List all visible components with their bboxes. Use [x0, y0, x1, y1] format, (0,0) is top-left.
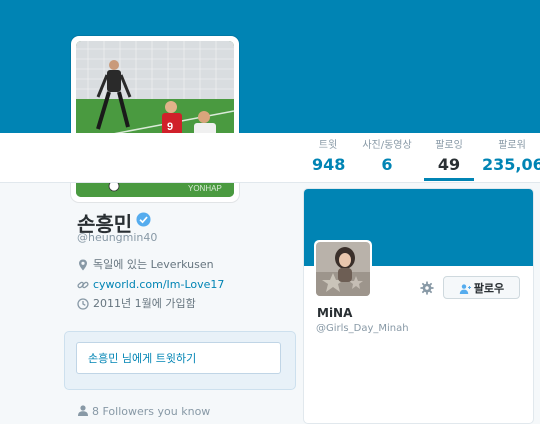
gear-icon[interactable] [420, 281, 434, 295]
location-text: 독일에 있는 Leverkusen [93, 258, 214, 271]
follow-button[interactable]: 팔로우 [443, 276, 520, 299]
avatar-photo-image [316, 242, 370, 296]
joined-text: 2011년 1월에 가입함 [93, 297, 196, 310]
card-avatar-photo [316, 242, 370, 296]
stat-tweets[interactable]: 트윗 948 [312, 140, 346, 175]
card-avatar[interactable] [314, 240, 372, 298]
stat-followers-label: 팔로워 [498, 140, 526, 151]
stat-following-label: 팔로잉 [435, 140, 463, 151]
stat-followers[interactable]: 팔로워 235,067 [482, 140, 540, 175]
link-icon [77, 281, 89, 289]
stat-media-value: 6 [381, 155, 393, 174]
card-user-name[interactable]: MiNA [317, 306, 352, 320]
stat-media-label: 사진/동영상 [362, 140, 412, 151]
stat-media[interactable]: 사진/동영상 6 [359, 140, 415, 175]
card-user-handle: @Girls_Day_Minah [316, 323, 409, 334]
active-tab-indicator [424, 178, 474, 181]
follow-person-icon [459, 284, 471, 294]
profile-location: 독일에 있는 Leverkusen [77, 257, 214, 273]
stat-tweets-value: 948 [312, 155, 346, 174]
stat-followers-value: 235,067 [482, 155, 540, 174]
followers-you-know-text: 8 Followers you know [92, 405, 211, 418]
followers-you-know[interactable]: 8 Followers you know [77, 405, 210, 418]
clock-icon [77, 298, 89, 310]
profile-url: cyworld.com/Im-Love17 [77, 277, 224, 293]
following-user-card[interactable]: 팔로우 MiNA @Girls_Day_Minah [303, 188, 534, 424]
stat-following-value: 49 [437, 155, 461, 174]
follow-button-label: 팔로우 [473, 282, 505, 295]
location-pin-icon [79, 259, 87, 271]
profile-joined: 2011년 1월에 가입함 [77, 296, 196, 312]
profile-handle: @heungmin40 [77, 231, 158, 244]
verified-badge-icon [136, 212, 151, 227]
person-icon [78, 405, 88, 416]
svg-text:9: 9 [167, 121, 173, 133]
stat-tweets-label: 트윗 [318, 140, 338, 151]
photo-watermark: YONHAP [188, 184, 222, 193]
stat-following[interactable]: 팔로잉 49 [429, 140, 469, 175]
tweet-to-box: 손흥민 님에게 트윗하기 [64, 331, 296, 390]
tweet-to-input[interactable]: 손흥민 님에게 트윗하기 [76, 342, 281, 374]
profile-url-link[interactable]: cyworld.com/Im-Love17 [93, 278, 224, 291]
